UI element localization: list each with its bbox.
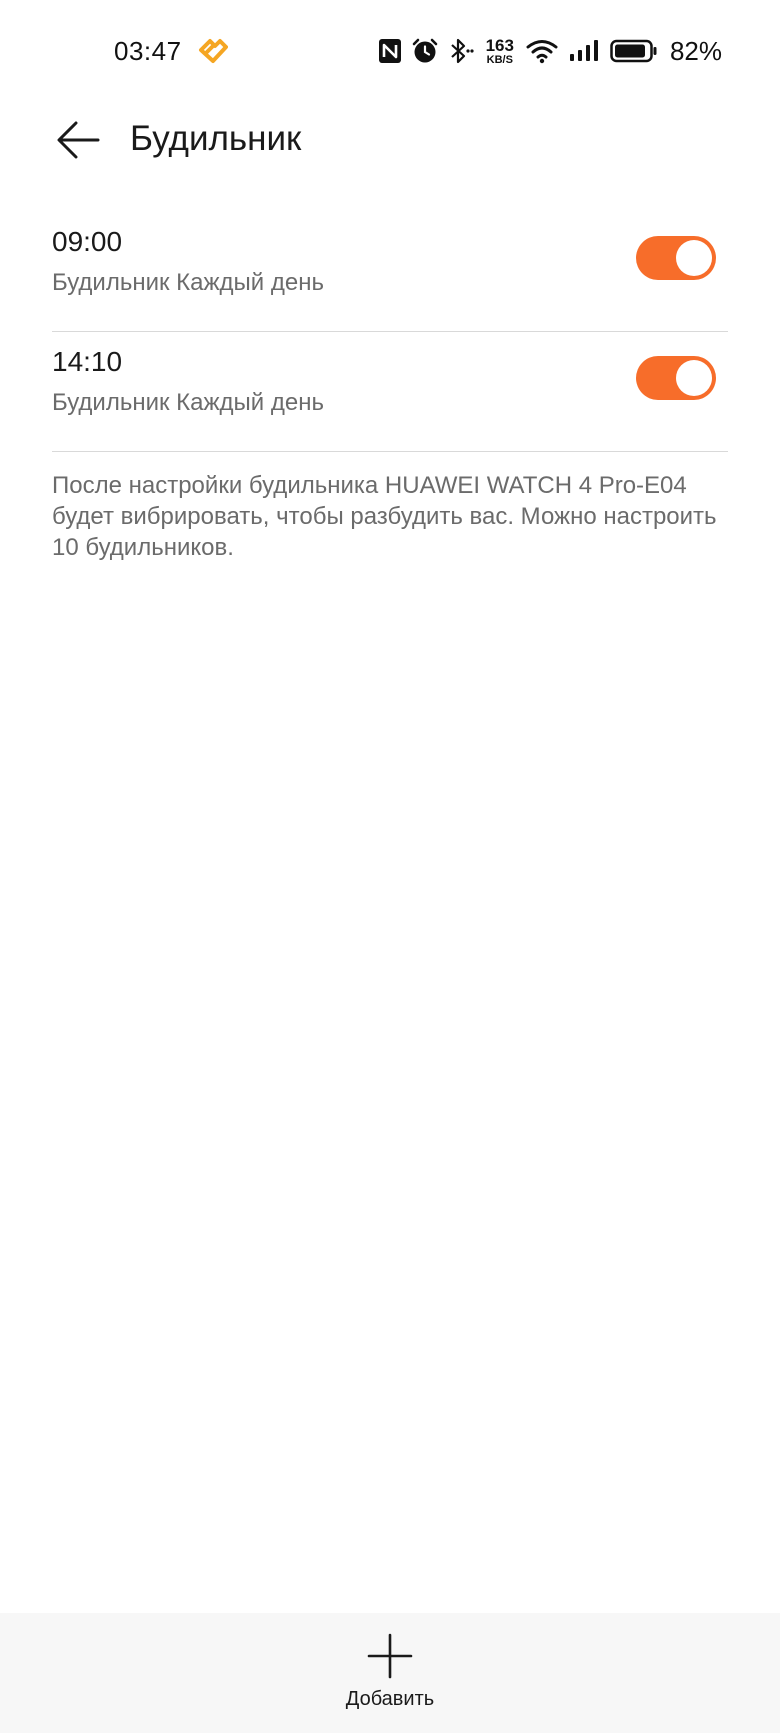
toggle-knob: [676, 240, 712, 276]
alarm-description: Будильник Каждый день: [52, 389, 324, 416]
network-speed-value: 163: [485, 35, 514, 55]
header: Будильник: [0, 104, 780, 174]
info-text: После настройки будильника HUAWEI WATCH …: [52, 472, 717, 561]
signal-icon: [569, 40, 598, 61]
alarm-item[interactable]: 09:00 Будильник Каждый день: [52, 212, 728, 332]
alarm-time: 14:10: [52, 346, 123, 377]
network-speed-unit: KB/S: [486, 53, 513, 66]
health-icon: [199, 39, 228, 63]
network-speed: 163 KB/S: [486, 37, 514, 66]
alarm-time: 09:00: [52, 226, 123, 257]
alarm-toggle[interactable]: [636, 356, 716, 400]
add-alarm-label: Добавить: [345, 1688, 435, 1710]
alarm-toggle[interactable]: [636, 236, 716, 280]
alarm-icon: [412, 38, 437, 63]
page-title: Будильник: [130, 119, 302, 158]
battery-percent: 82%: [669, 35, 722, 66]
status-bar: 03:47 163 KB/S 82%: [0, 0, 780, 104]
status-time: 03:47: [114, 36, 182, 66]
wifi-icon: [526, 40, 558, 64]
plus-icon: [367, 1633, 413, 1679]
back-button[interactable]: [52, 114, 104, 166]
alarm-item[interactable]: 14:10 Будильник Каждый день: [52, 332, 728, 452]
alarm-list: 09:00 Будильник Каждый день 14:10 Будиль…: [52, 212, 728, 452]
alarm-description: Будильник Каждый день: [52, 269, 324, 296]
nfc-icon: [378, 39, 401, 63]
back-arrow-icon: [57, 121, 100, 159]
status-icons: 163 KB/S 82%: [378, 34, 722, 68]
bluetooth-icon: [450, 38, 474, 64]
battery-icon: [610, 39, 657, 63]
bottom-bar: Добавить: [0, 1613, 780, 1733]
add-alarm-button[interactable]: Добавить: [290, 1633, 490, 1723]
toggle-knob: [676, 360, 712, 396]
